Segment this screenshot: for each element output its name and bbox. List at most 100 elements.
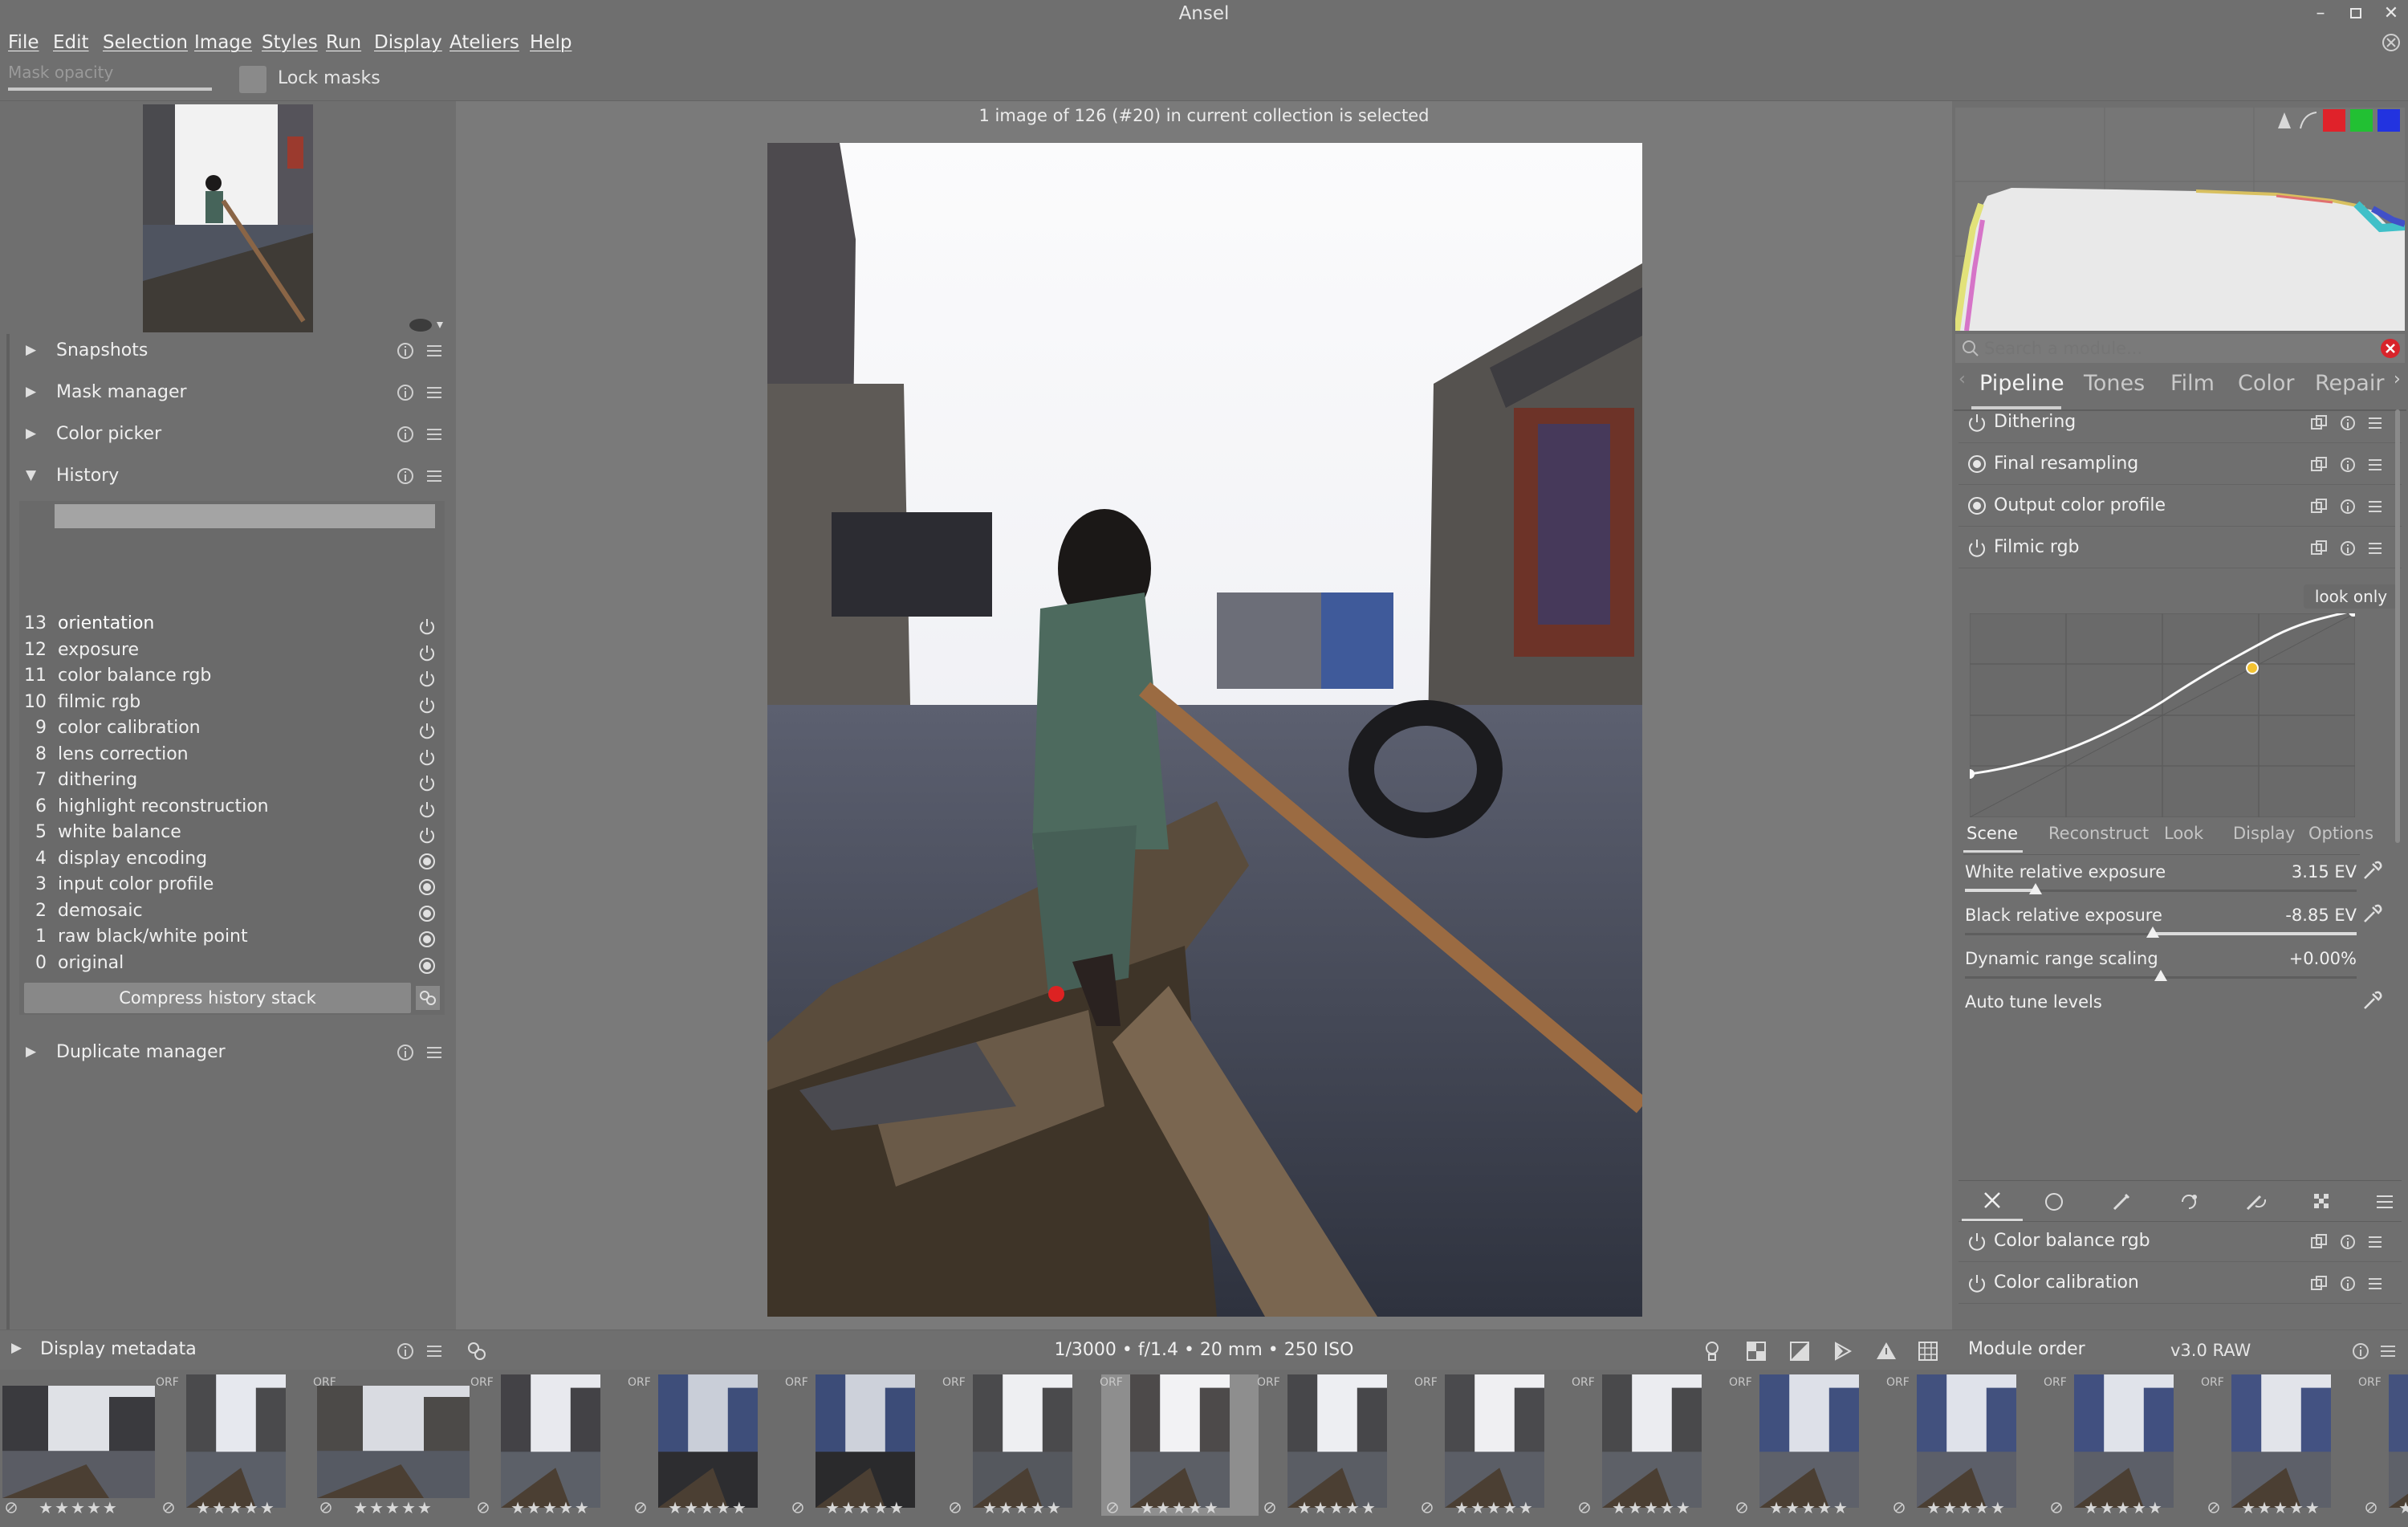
reset-icon[interactable] — [2350, 1341, 2371, 1362]
filmstrip-thumbnail[interactable]: ORF ★★★★★ — [628, 1374, 787, 1517]
history-item[interactable]: 0 original — [19, 953, 445, 979]
right-scrollbar[interactable] — [2395, 409, 2400, 843]
presets-menu-icon[interactable] — [2366, 414, 2384, 432]
menu-styles[interactable]: Styles — [262, 32, 318, 53]
history-item[interactable]: 9 color calibration — [19, 718, 445, 743]
reject-icon[interactable] — [1106, 1501, 1119, 1514]
reject-icon[interactable] — [162, 1501, 175, 1514]
history-item[interactable]: 3 input color profile — [19, 874, 445, 900]
multi-instance-icon[interactable] — [2310, 456, 2328, 474]
menu-selection[interactable]: Selection — [103, 32, 188, 53]
drawn-mask-icon[interactable] — [2111, 1191, 2132, 1212]
presets-menu-icon[interactable] — [2366, 1275, 2384, 1293]
module-header[interactable]: Final resampling — [1959, 445, 2402, 485]
history-item[interactable]: 2 demosaic — [19, 901, 445, 926]
reject-icon[interactable] — [949, 1501, 962, 1514]
mask-manager-section[interactable]: ▶ Mask manager — [0, 373, 456, 413]
filmic-tab-scene[interactable]: Scene — [1963, 821, 2023, 853]
parametric-mask-icon[interactable] — [2178, 1191, 2199, 1212]
reject-icon[interactable] — [1893, 1501, 1906, 1514]
history-item[interactable]: 13 orientation — [19, 613, 445, 639]
filmic-tab-reconstruct[interactable]: Reconstruct — [2048, 824, 2149, 843]
reset-icon[interactable] — [395, 424, 416, 445]
module-header[interactable]: Color balance rgb — [1959, 1222, 2402, 1262]
guides-icon[interactable] — [1917, 1340, 1939, 1362]
module-header[interactable]: Color calibration — [1959, 1264, 2402, 1304]
filmstrip-thumbnail[interactable]: ORF ★★★★★ — [2044, 1374, 2203, 1517]
filmic-curve-graph[interactable] — [1970, 613, 2355, 817]
blend-presets-icon[interactable] — [2374, 1191, 2395, 1212]
presets-menu-icon[interactable] — [2377, 1341, 2398, 1362]
presets-menu-icon[interactable] — [2366, 1233, 2384, 1251]
filmstrip-thumbnail[interactable]: ORF ★★★★★ — [1414, 1374, 1573, 1517]
filmstrip-thumbnail[interactable]: ORF ★★★★★ — [1257, 1374, 1416, 1517]
reject-icon[interactable] — [1421, 1501, 1434, 1514]
tab-film[interactable]: Film — [2170, 371, 2215, 396]
filmstrip-thumbnail[interactable]: ORF ★★★★★ — [1100, 1374, 1259, 1517]
multi-instance-icon[interactable] — [2310, 540, 2328, 557]
histogram[interactable] — [1955, 108, 2405, 331]
mask-opacity-slider[interactable] — [8, 88, 212, 91]
filmic-tab-options[interactable]: Options — [2308, 824, 2373, 843]
reset-icon[interactable] — [2339, 414, 2357, 432]
history-item[interactable]: 1 raw black/white point — [19, 926, 445, 952]
tab-repair[interactable]: Repair — [2315, 371, 2384, 396]
presets-menu-icon[interactable] — [424, 1341, 445, 1362]
multi-instance-icon[interactable] — [2310, 1275, 2328, 1293]
green-channel-toggle[interactable] — [2350, 109, 2373, 132]
slider-handle[interactable] — [2029, 883, 2042, 894]
color-picker-icon[interactable] — [2360, 902, 2382, 925]
power-icon[interactable] — [1967, 1272, 1987, 1293]
snapshots-section[interactable]: ▶ Snapshots — [0, 331, 456, 371]
star-rating[interactable]: ★★★★★ — [0, 1498, 157, 1517]
tab-tones[interactable]: Tones — [2084, 371, 2145, 396]
menu-ateliers[interactable]: Ateliers — [449, 32, 519, 53]
module-search[interactable] — [1955, 334, 2405, 363]
minimize-button[interactable]: – — [2307, 2, 2334, 26]
search-input[interactable] — [1984, 337, 2369, 360]
multi-instance-icon[interactable] — [2310, 1233, 2328, 1251]
blue-channel-toggle[interactable] — [2377, 109, 2400, 132]
presets-menu-icon[interactable] — [424, 424, 445, 445]
history-item[interactable]: 5 white balance — [19, 822, 445, 848]
power-icon[interactable] — [1967, 537, 1987, 558]
filmstrip-thumbnail[interactable]: ORF ★★★★★ — [942, 1374, 1101, 1517]
filmic-tab-display[interactable]: Display — [2233, 824, 2295, 843]
star-rating[interactable]: ★★★★★ — [629, 1498, 787, 1517]
module-order-value[interactable]: v3.0 RAW — [2170, 1341, 2251, 1360]
history-section[interactable]: ▼ History — [0, 456, 456, 496]
multi-instance-icon[interactable] — [2310, 414, 2328, 432]
raster-mask-icon[interactable] — [2312, 1191, 2333, 1212]
close-window-button[interactable]: ✕ — [2377, 2, 2405, 26]
reject-icon[interactable] — [2365, 1501, 2377, 1514]
color-picker-section[interactable]: ▶ Color picker — [0, 414, 456, 454]
filmstrip-thumbnail[interactable]: ORF ★★★★★ — [1729, 1374, 1888, 1517]
star-rating[interactable]: ★★★★★ — [2203, 1498, 2360, 1517]
module-header[interactable]: Dithering — [1959, 403, 2402, 443]
reject-icon[interactable] — [1735, 1501, 1748, 1514]
history-item[interactable]: 4 display encoding — [19, 849, 445, 874]
slider-value[interactable]: -8.85 EV — [2285, 906, 2357, 925]
history-item[interactable]: 11 color balance rgb — [19, 666, 445, 691]
power-icon[interactable] — [1967, 412, 1987, 433]
reject-icon[interactable] — [634, 1501, 647, 1514]
module-header[interactable]: Output color profile — [1959, 487, 2402, 527]
filmstrip-thumbnail[interactable]: ORF ★★★★★ — [1886, 1374, 2045, 1517]
star-rating[interactable]: ★★★★★ — [2045, 1498, 2203, 1517]
gamut-check-icon[interactable] — [1875, 1340, 1898, 1362]
menu-help[interactable]: Help — [530, 32, 571, 53]
reject-icon[interactable] — [319, 1501, 332, 1514]
reset-icon[interactable] — [2339, 498, 2357, 515]
menu-display[interactable]: Display — [374, 32, 442, 53]
reset-icon[interactable] — [395, 382, 416, 403]
presets-menu-icon[interactable] — [424, 340, 445, 361]
star-rating[interactable]: ★★★★★ — [1888, 1498, 2045, 1517]
filmstrip-thumbnail[interactable]: ★★★★★ — [0, 1374, 157, 1517]
blend-off-button[interactable] — [1962, 1181, 2023, 1221]
reject-icon[interactable] — [791, 1501, 804, 1514]
main-image[interactable] — [767, 143, 1642, 1317]
close-view-icon[interactable] — [2381, 32, 2402, 53]
maximize-button[interactable] — [2342, 2, 2369, 26]
slider-handle[interactable] — [2154, 970, 2167, 981]
reject-icon[interactable] — [1263, 1501, 1276, 1514]
